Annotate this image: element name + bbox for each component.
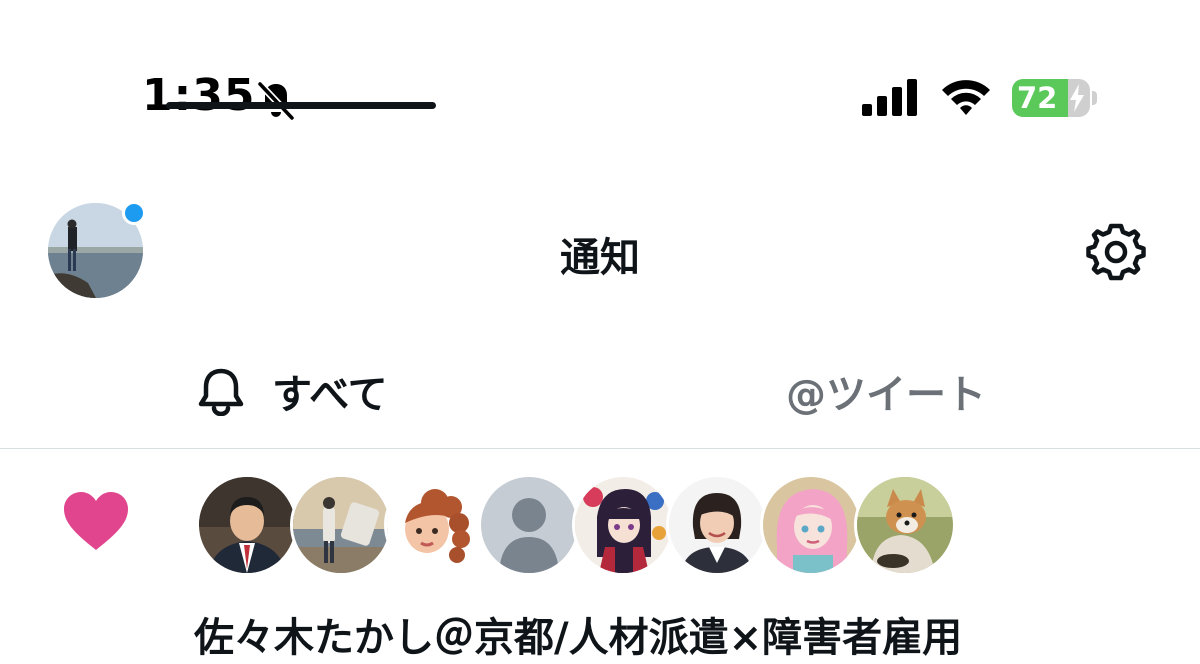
avatar[interactable] (572, 474, 674, 576)
avatar[interactable] (666, 474, 768, 576)
avatar-beach (293, 477, 389, 573)
bolt-icon (1070, 84, 1084, 112)
unread-dot (122, 201, 146, 225)
bell-slash-icon (257, 81, 295, 121)
heart-icon (64, 492, 128, 550)
avatar[interactable] (384, 474, 486, 576)
status-bar: 1:35 72 (0, 0, 1200, 150)
avatar-anime (575, 477, 671, 573)
avatar[interactable] (290, 474, 392, 576)
avatar-memoji (387, 477, 483, 573)
bell-icon (198, 368, 244, 416)
tab-tweets-label: @ツイート (786, 372, 986, 418)
avatar-default-person-icon (481, 477, 577, 573)
notification-text: 佐々木たかし＠京都/人材派遣×障害者雇用 (194, 615, 963, 661)
tab-tweets[interactable]: @ツイート (600, 340, 1200, 448)
tab-all-content: すべて (196, 362, 388, 420)
battery-charging-icon: 72 (1012, 79, 1098, 119)
cellular-signal-icon (862, 79, 917, 116)
notification-item[interactable]: 佐々木たかし＠京都/人材派遣×障害者雇用 (0, 460, 1200, 664)
avatar[interactable] (478, 474, 580, 576)
header: 通知 (0, 190, 1200, 320)
battery-cap (1092, 91, 1097, 105)
avatar[interactable] (760, 474, 862, 576)
avatar-woman (669, 477, 765, 573)
tab-bar: すべて @ツイート (0, 340, 1200, 450)
avatar-cosplay (763, 477, 859, 573)
avatar[interactable] (854, 474, 956, 576)
avatar-dog (857, 477, 953, 573)
battery-percent: 72 (1017, 81, 1058, 115)
active-tab-indicator (166, 102, 436, 109)
settings-gear-icon[interactable] (1084, 220, 1148, 284)
tab-all[interactable]: すべて (166, 340, 436, 448)
status-time: 1:35 (142, 70, 256, 121)
avatar[interactable] (196, 474, 298, 576)
tabs-divider (0, 448, 1200, 449)
wifi-icon (942, 80, 990, 115)
tab-all-label: すべて (272, 372, 388, 418)
avatar-suit-man (199, 477, 295, 573)
page-title: 通知 (560, 235, 640, 281)
